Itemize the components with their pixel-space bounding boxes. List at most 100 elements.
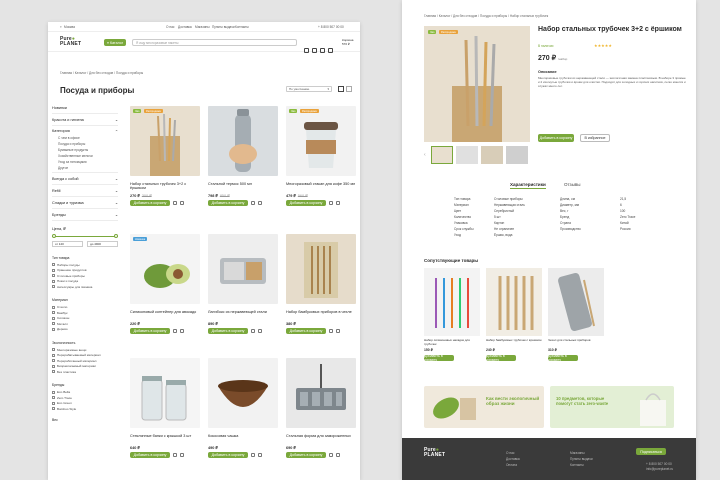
add-to-cart-button[interactable]: Добавить в корзину [130, 328, 170, 334]
price-from-input[interactable]: от 120 [52, 241, 83, 247]
nav-delivery[interactable]: Доставка [178, 25, 192, 29]
logo[interactable]: Pure● PLANET [60, 37, 81, 46]
product-image-bamboo-cutlery[interactable] [286, 234, 356, 304]
product-image-avocado[interactable]: Новинка [130, 234, 200, 304]
compare-icon[interactable] [258, 329, 262, 333]
add-to-cart-button[interactable]: Добавить в корзину [286, 328, 326, 334]
thumbnail[interactable] [431, 146, 453, 164]
add-to-cart-button[interactable]: Добавить в корзину [286, 452, 326, 458]
product-card[interactable]: Кокосовая чашка 490 ₽ Добавить в корзину [208, 358, 278, 458]
nav-stores[interactable]: Магазины [195, 25, 210, 29]
subscribe-button[interactable]: Подписаться [636, 448, 666, 455]
footer-logo[interactable]: Pure● PLANET [424, 448, 445, 457]
related-image[interactable] [424, 268, 480, 336]
add-to-cart-button[interactable]: Добавить в корзину [286, 200, 326, 206]
thumbnail[interactable] [506, 146, 528, 164]
compare-icon[interactable] [180, 453, 184, 457]
product-card[interactable]: Стеклянные банки с крышкой 3 шт 640 ₽ До… [130, 358, 200, 458]
compare-icon[interactable] [180, 201, 184, 205]
sidebar-item-refill[interactable]: Refill ⌄ [52, 185, 118, 196]
heart-icon[interactable] [329, 201, 333, 205]
detail-main-image[interactable]: Эко Распродажа [424, 26, 530, 142]
product-title[interactable]: Силиконовый контейнер для авокадо [130, 310, 200, 319]
product-card[interactable]: Эко Распродажа Набор стальных трубочек 3… [130, 106, 200, 206]
product-title[interactable]: Набор бамбуковых приборов в чехле [286, 310, 356, 319]
sidebar-item-beauty[interactable]: Красота и гигиена ⌄ [52, 114, 118, 125]
compare-icon[interactable] [180, 329, 184, 333]
add-to-cart-button[interactable]: Добавить в корзину [538, 134, 574, 142]
heart-icon[interactable] [320, 48, 325, 53]
compare-icon[interactable] [336, 453, 340, 457]
city-selector[interactable]: Москва [64, 25, 75, 29]
heart-icon[interactable] [173, 201, 177, 205]
sidebar-item-category[interactable]: Категория ⌃ [52, 126, 118, 136]
add-to-cart-button[interactable]: Добавить в корзину [130, 200, 170, 206]
nav-about[interactable]: О нас [166, 25, 175, 29]
thumbnail[interactable] [456, 146, 478, 164]
sidebar-item-brands[interactable]: Бренды ⌄ [52, 209, 118, 220]
heart-icon[interactable] [329, 453, 333, 457]
add-to-cart-button[interactable]: Добавить в корзину [130, 452, 170, 458]
product-image-straws[interactable]: Эко Распродажа [130, 106, 200, 176]
product-title[interactable]: Стальной термос 500 мл [208, 182, 278, 191]
eco-checkbox[interactable]: Без пластика [52, 369, 118, 375]
slider-handle-min[interactable] [52, 234, 56, 238]
footer-link[interactable]: Контакты [570, 462, 593, 468]
related-image[interactable] [486, 268, 542, 336]
add-to-cart-button[interactable]: Добавить в корзину [208, 200, 248, 206]
heart-icon[interactable] [251, 453, 255, 457]
rating-stars[interactable]: ★★★★★ [594, 43, 612, 48]
related-title[interactable]: Набор силиконовых насадок для трубочек [424, 338, 480, 346]
tab-reviews[interactable]: Отзывы [564, 182, 580, 187]
product-card[interactable]: Ланчбокс из нержавеющей стали 890 ₽ Доба… [208, 234, 278, 334]
related-card[interactable]: Чехол для стальных приборов 310 ₽ Добави… [548, 268, 604, 362]
slider-handle-max[interactable] [114, 234, 118, 238]
heart-icon[interactable] [173, 453, 177, 457]
product-title[interactable]: Стеклянные банки с крышкой 3 шт [130, 434, 200, 443]
nav-pickup[interactable]: Пункты выдачи [212, 25, 235, 29]
product-title[interactable]: Набор стальных трубочек 3+2 с ёршиком [130, 182, 200, 191]
compare-icon[interactable] [336, 201, 340, 205]
heart-icon[interactable] [173, 329, 177, 333]
heart-icon[interactable] [251, 329, 255, 333]
product-card[interactable]: Новинка Силиконовый контейнер для авокад… [130, 234, 200, 334]
add-to-cart-button[interactable]: Добавить в корзину [208, 328, 248, 334]
add-to-cart-button[interactable]: Добавить в корзину [548, 354, 578, 362]
add-to-cart-button[interactable]: Добавить в корзину [208, 452, 248, 458]
product-image-lunchbox[interactable] [208, 234, 278, 304]
tab-specs[interactable]: Характеристики [510, 182, 546, 189]
blog-banner-zero-waste[interactable]: 10 предметов, которые помогут стать zero… [550, 386, 674, 428]
blog-banner-lifestyle[interactable]: Как вести экологичный образ жизни [424, 386, 544, 428]
search-input[interactable]: Я ищу многоразовые пакеты [132, 39, 297, 46]
product-image-ice-mold[interactable] [286, 358, 356, 428]
breadcrumb[interactable]: Главная / Каталог / Для без отходов / По… [60, 71, 143, 75]
grid-view-icon[interactable] [338, 86, 344, 92]
related-card[interactable]: Набор бамбуковых трубочек с ёршиком 240 … [486, 268, 542, 362]
add-to-cart-button[interactable]: Добавить в корзину [486, 354, 516, 362]
list-view-icon[interactable] [346, 86, 352, 92]
related-title[interactable]: Набор бамбуковых трубочек с ёршиком [486, 338, 542, 346]
footer-email[interactable]: info@pureplanet.ru [646, 467, 673, 472]
brand-checkbox[interactable]: Bamboo Style [52, 406, 118, 412]
product-image-jars[interactable] [130, 358, 200, 428]
product-card[interactable]: Стальная форма для замороженных 690 ₽ До… [286, 358, 356, 458]
chevron-left-icon[interactable]: ‹ [424, 146, 428, 164]
compare-icon[interactable] [258, 201, 262, 205]
footer-link[interactable]: Оплата [506, 462, 520, 468]
price-to-input[interactable]: до 4900 [87, 241, 118, 247]
compare-icon[interactable] [336, 329, 340, 333]
heart-icon[interactable] [251, 201, 255, 205]
product-card[interactable]: Набор бамбуковых приборов в чехле 380 ₽ … [286, 234, 356, 334]
related-image[interactable] [548, 268, 604, 336]
product-image-thermos[interactable] [208, 106, 278, 176]
product-image-cup[interactable]: Эко Распродажа [286, 106, 356, 176]
favorite-button[interactable]: В избранное [580, 134, 610, 142]
sort-select[interactable]: По умолчанию ▾ [286, 86, 332, 92]
product-title[interactable]: Ланчбокс из нержавеющей стали [208, 310, 278, 319]
product-card[interactable]: Эко Распродажа Многоразовый стакан для к… [286, 106, 356, 206]
material-checkbox[interactable]: Дерево [52, 327, 118, 333]
cart-summary[interactable]: Корзина 570 ₽ [342, 38, 353, 46]
nav-contacts[interactable]: Контакты [235, 25, 249, 29]
sidebar-item-new[interactable]: Новинки [52, 102, 118, 113]
product-image-coconut-bowl[interactable] [208, 358, 278, 428]
